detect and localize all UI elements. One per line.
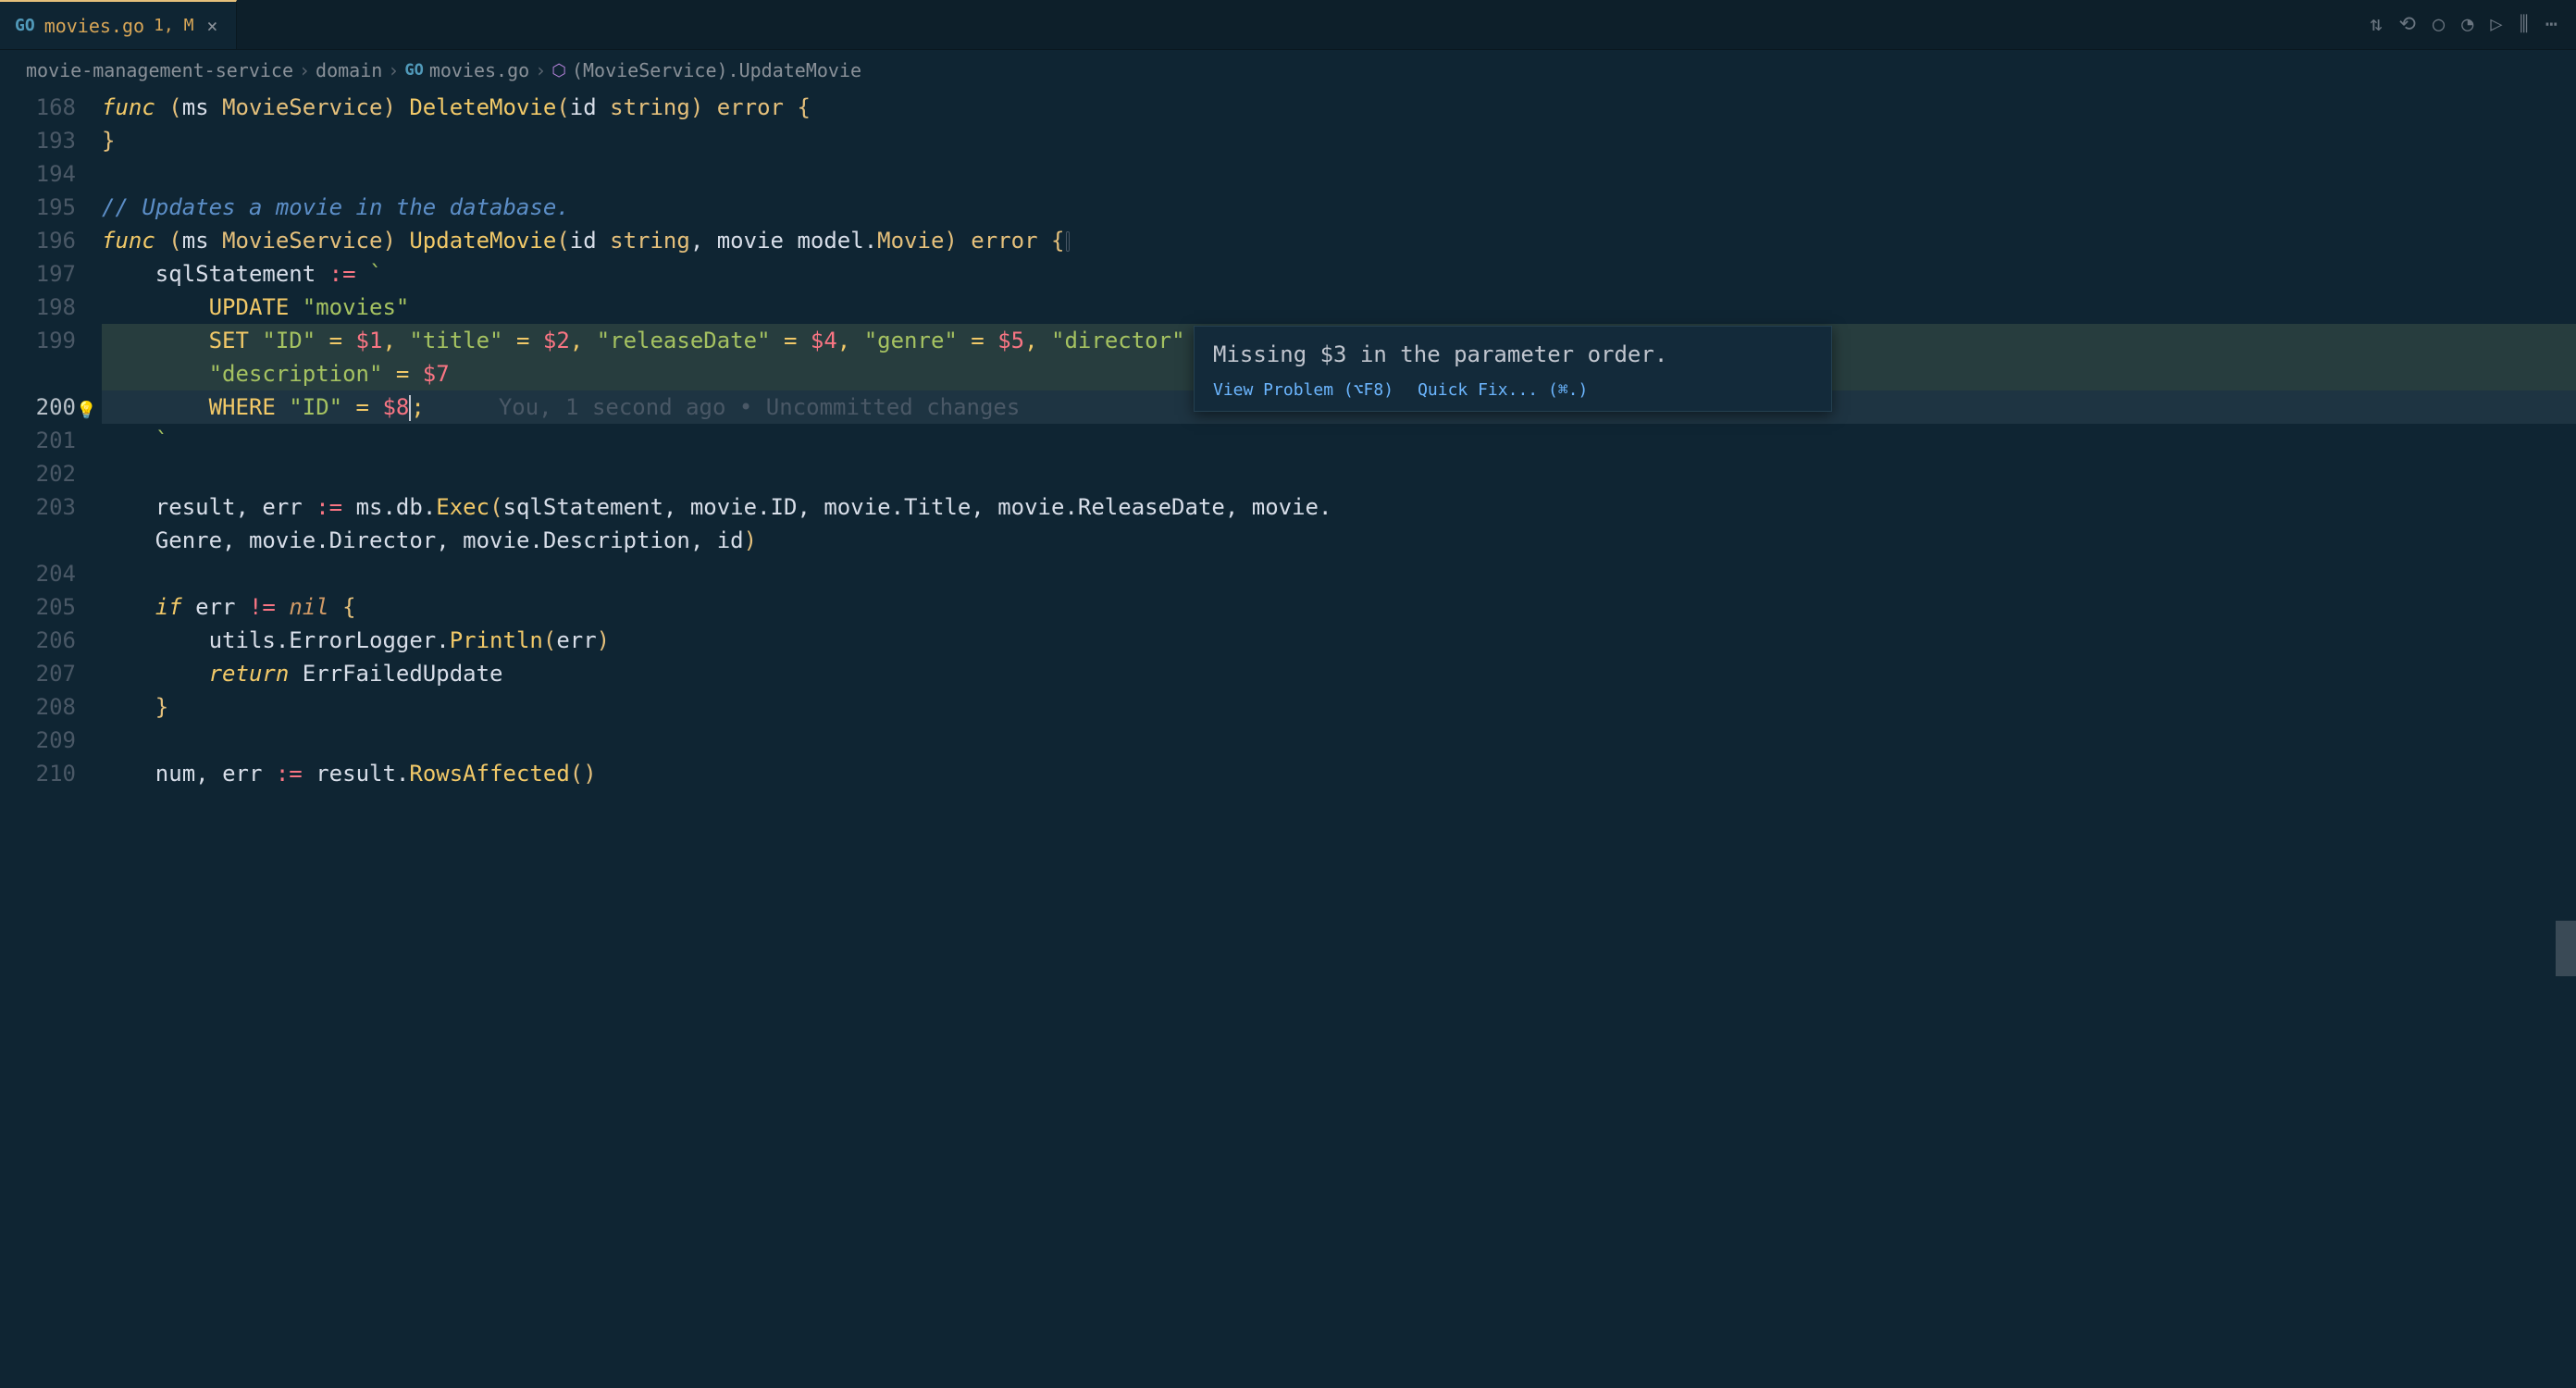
code-line[interactable]: utils.ErrorLogger.Println(err) (102, 624, 2576, 657)
line-number[interactable]: 206 (0, 624, 76, 657)
breadcrumb-folder[interactable]: movie-management-service (26, 59, 293, 81)
tab-status: 1, M (154, 16, 193, 35)
code-line[interactable]: num, err := result.RowsAffected() (102, 757, 2576, 790)
code-content[interactable]: func (ms MovieService) DeleteMovie(id st… (102, 91, 2576, 1386)
scrollbar-thumb[interactable] (2556, 921, 2576, 976)
line-number[interactable]: 208 (0, 690, 76, 724)
go-file-icon: GO (15, 16, 35, 35)
line-number-gutter: 168 193 194 195 196 197 198 199 200 201 … (0, 91, 102, 1386)
code-line[interactable] (102, 457, 2576, 490)
line-number (0, 357, 76, 390)
symbol-icon: ⬡ (551, 61, 566, 81)
line-number[interactable]: 207 (0, 657, 76, 690)
code-line[interactable]: Genre, movie.Director, movie.Description… (102, 524, 2576, 557)
tab-close-icon[interactable]: × (203, 15, 221, 37)
line-number[interactable]: 204 (0, 557, 76, 590)
view-problem-link[interactable]: View Problem (⌥F8) (1213, 380, 1393, 400)
line-number[interactable]: 195 (0, 191, 76, 224)
code-line[interactable]: ` (102, 424, 2576, 457)
quick-fix-link[interactable]: Quick Fix... (⌘.) (1418, 380, 1588, 400)
go-file-icon: GO (404, 61, 423, 80)
breadcrumb-file[interactable]: movies.go (429, 59, 529, 81)
code-line[interactable] (102, 724, 2576, 757)
code-line[interactable] (102, 557, 2576, 590)
line-number[interactable]: 209 (0, 724, 76, 757)
problem-hover-tooltip: Missing $3 in the parameter order. View … (1194, 326, 1832, 412)
line-number[interactable]: 201 (0, 424, 76, 457)
small-circle-icon[interactable]: ◔ (2461, 13, 2473, 36)
line-number[interactable]: 200 (0, 390, 76, 424)
code-line[interactable]: func (ms MovieService) UpdateMovie(id st… (102, 224, 2576, 257)
line-number[interactable]: 197 (0, 257, 76, 291)
code-line[interactable]: return ErrFailedUpdate (102, 657, 2576, 690)
line-number[interactable]: 168 (0, 91, 76, 124)
editor-area[interactable]: 168 193 194 195 196 197 198 199 200 201 … (0, 91, 2576, 1386)
breadcrumb-symbol[interactable]: (MovieService).UpdateMovie (572, 59, 861, 81)
line-number (0, 524, 76, 557)
code-line[interactable]: if err != nil { (102, 590, 2576, 624)
tab-filename: movies.go (44, 15, 144, 37)
line-number[interactable]: 205 (0, 590, 76, 624)
code-line[interactable]: } (102, 124, 2576, 157)
code-line[interactable]: UPDATE "movies" (102, 291, 2576, 324)
code-line[interactable]: // Updates a movie in the database. (102, 191, 2576, 224)
code-line[interactable]: } (102, 690, 2576, 724)
run-icon[interactable]: ▷ (2490, 13, 2502, 36)
line-number[interactable]: 202 (0, 457, 76, 490)
split-editor-icon[interactable]: ⫼ (2520, 13, 2529, 36)
line-number[interactable]: 210 (0, 757, 76, 790)
code-line[interactable]: func (ms MovieService) DeleteMovie(id st… (102, 91, 2576, 124)
more-actions-icon[interactable]: ⋯ (2545, 13, 2557, 36)
tooltip-message: Missing $3 in the parameter order. (1213, 341, 1813, 367)
line-number[interactable]: 199 (0, 324, 76, 357)
breadcrumb-separator: › (388, 59, 399, 81)
lightbulb-icon[interactable]: 💡 (76, 394, 96, 428)
breadcrumb-separator: › (299, 59, 310, 81)
line-number[interactable]: 203 (0, 490, 76, 524)
title-actions: ⇅ ⟲ ○ ◔ ▷ ⫼ ⋯ (2370, 13, 2576, 36)
tab-bar: GO movies.go 1, M × ⇅ ⟲ ○ ◔ ▷ ⫼ ⋯ (0, 0, 2576, 50)
fold-indicator (1066, 231, 1070, 252)
code-line[interactable] (102, 157, 2576, 191)
breadcrumb-separator: › (535, 59, 546, 81)
compare-changes-icon[interactable]: ⇅ (2370, 13, 2382, 36)
line-number[interactable]: 196 (0, 224, 76, 257)
breadcrumb[interactable]: movie-management-service › domain › GO m… (0, 50, 2576, 91)
git-blame-annotation: You, 1 second ago • Uncommitted changes (499, 394, 1021, 420)
code-line[interactable]: sqlStatement := ` (102, 257, 2576, 291)
breadcrumb-folder[interactable]: domain (316, 59, 382, 81)
editor-tab[interactable]: GO movies.go 1, M × (0, 0, 237, 49)
line-number[interactable]: 194 (0, 157, 76, 191)
circle-icon[interactable]: ○ (2433, 13, 2445, 36)
line-number[interactable]: 198 (0, 291, 76, 324)
line-number[interactable]: 193 (0, 124, 76, 157)
revert-icon[interactable]: ⟲ (2398, 13, 2415, 36)
code-line[interactable]: result, err := ms.db.Exec(sqlStatement, … (102, 490, 2576, 524)
